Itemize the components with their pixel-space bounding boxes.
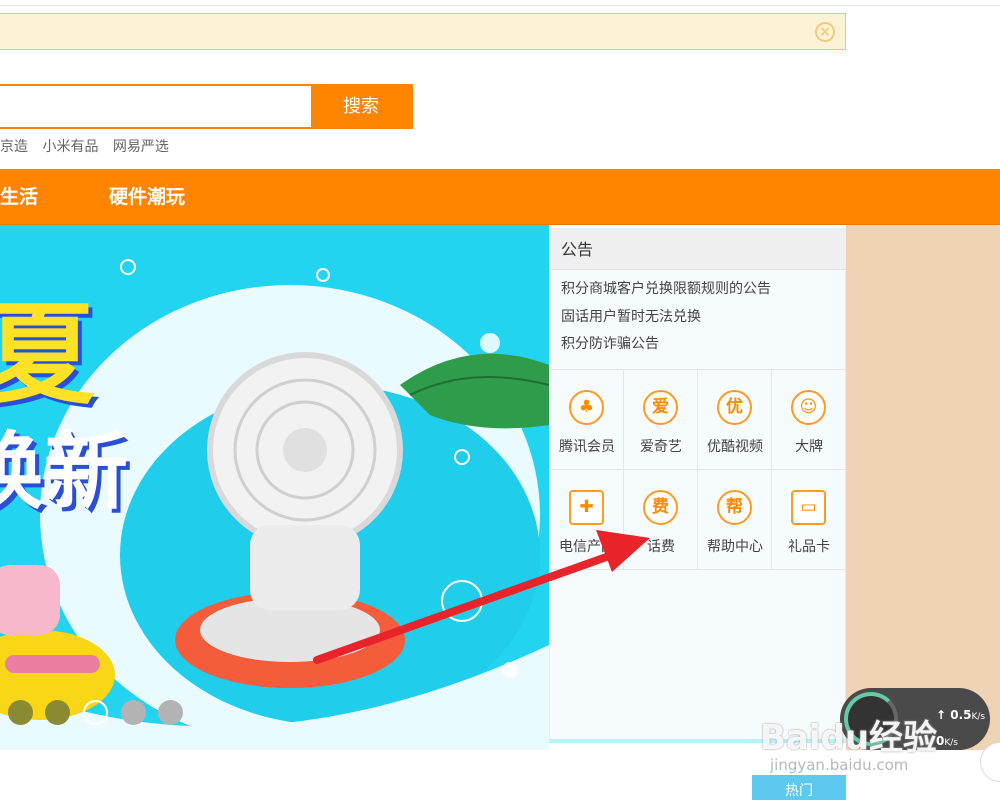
youku-icon: 优: [717, 390, 752, 425]
grid-item-label: 爱奇艺: [640, 439, 682, 455]
brand-badge-icon: ☺: [791, 390, 826, 425]
search-box: 搜索: [0, 84, 413, 129]
carousel-dot[interactable]: [121, 700, 146, 725]
grid-item-youku[interactable]: 优 优酷视频: [698, 370, 772, 470]
grid-item-telecom[interactable]: ✚ 电信产品: [550, 470, 624, 570]
hot-link[interactable]: 网易严选: [113, 139, 169, 155]
announcement-item[interactable]: 积分商城客户兑换限额规则的公告: [561, 279, 845, 307]
grid-item-label: 优酷视频: [707, 439, 763, 455]
download-speed: 0K/s: [936, 734, 958, 748]
top-divider: [0, 5, 1000, 6]
carousel-dot[interactable]: [45, 700, 70, 725]
announcement-panel: 公告 积分商城客户兑换限额规则的公告 固话用户暂时无法兑换 积分防诈骗公告 ♣ …: [549, 228, 846, 743]
grid-item-help-center[interactable]: 帮 帮助中心: [698, 470, 772, 570]
gift-card-icon: ▭: [791, 490, 826, 525]
hot-link[interactable]: 小米有品: [42, 139, 98, 155]
announcement-item[interactable]: 固话用户暂时无法兑换: [561, 307, 845, 335]
hot-link[interactable]: 京造: [0, 139, 28, 155]
announcement-list: 积分商城客户兑换限额规则的公告 固话用户暂时无法兑换 积分防诈骗公告: [550, 270, 845, 370]
carousel-dot[interactable]: [8, 700, 33, 725]
baidu-watermark-url: jingyan.baidu.com: [770, 756, 909, 774]
search-input[interactable]: [0, 86, 312, 127]
gift-box-icon: ✚: [569, 490, 604, 525]
penguin-icon: ♣: [569, 390, 604, 425]
hot-search-links: 京造 小米有品 网易严选: [0, 136, 179, 156]
iqiyi-icon: 爱: [643, 390, 678, 425]
grid-item-brands[interactable]: ☺ 大牌: [772, 370, 846, 470]
grid-item-phone-bill[interactable]: 费 话费: [624, 470, 698, 570]
carousel-dot[interactable]: [158, 700, 183, 725]
baidu-watermark: Baidu经验: [760, 718, 938, 758]
hot-button[interactable]: 热门: [752, 775, 846, 800]
search-button[interactable]: 搜索: [311, 86, 411, 127]
help-icon: 帮: [717, 490, 752, 525]
grid-item-iqiyi[interactable]: 爱 爱奇艺: [624, 370, 698, 470]
banner-headline-1: 夏: [0, 291, 95, 419]
phone-bill-icon: 费: [643, 490, 678, 525]
panel-title: 公告: [550, 229, 845, 270]
banner-headline-2: 焕新: [0, 423, 129, 521]
promo-banner[interactable]: 夏 焕新: [0, 225, 549, 750]
grid-item-label: 话费: [647, 539, 675, 555]
grid-item-label: 电信产品: [559, 539, 615, 555]
grid-item-label: 大牌: [795, 439, 823, 455]
close-circle-icon[interactable]: ×: [815, 22, 835, 42]
nav-item-life[interactable]: 生活: [0, 169, 38, 225]
side-background: [846, 225, 1000, 750]
announcement-item[interactable]: 积分防诈骗公告: [561, 334, 845, 362]
grid-item-tencent-vip[interactable]: ♣ 腾讯会员: [550, 370, 624, 470]
grid-item-gift-card[interactable]: ▭ 礼品卡: [772, 470, 846, 570]
grid-item-label: 腾讯会员: [559, 439, 615, 455]
upload-speed: ↑ 0.5K/s: [936, 708, 986, 722]
grid-item-label: 礼品卡: [788, 539, 830, 555]
grid-item-label: 帮助中心: [707, 539, 763, 555]
category-nav: 生活 硬件潮玩: [0, 169, 1000, 225]
nav-item-hardware[interactable]: 硬件潮玩: [109, 169, 185, 225]
notice-bar: ×: [0, 13, 846, 50]
carousel-dot-active[interactable]: [83, 700, 108, 725]
